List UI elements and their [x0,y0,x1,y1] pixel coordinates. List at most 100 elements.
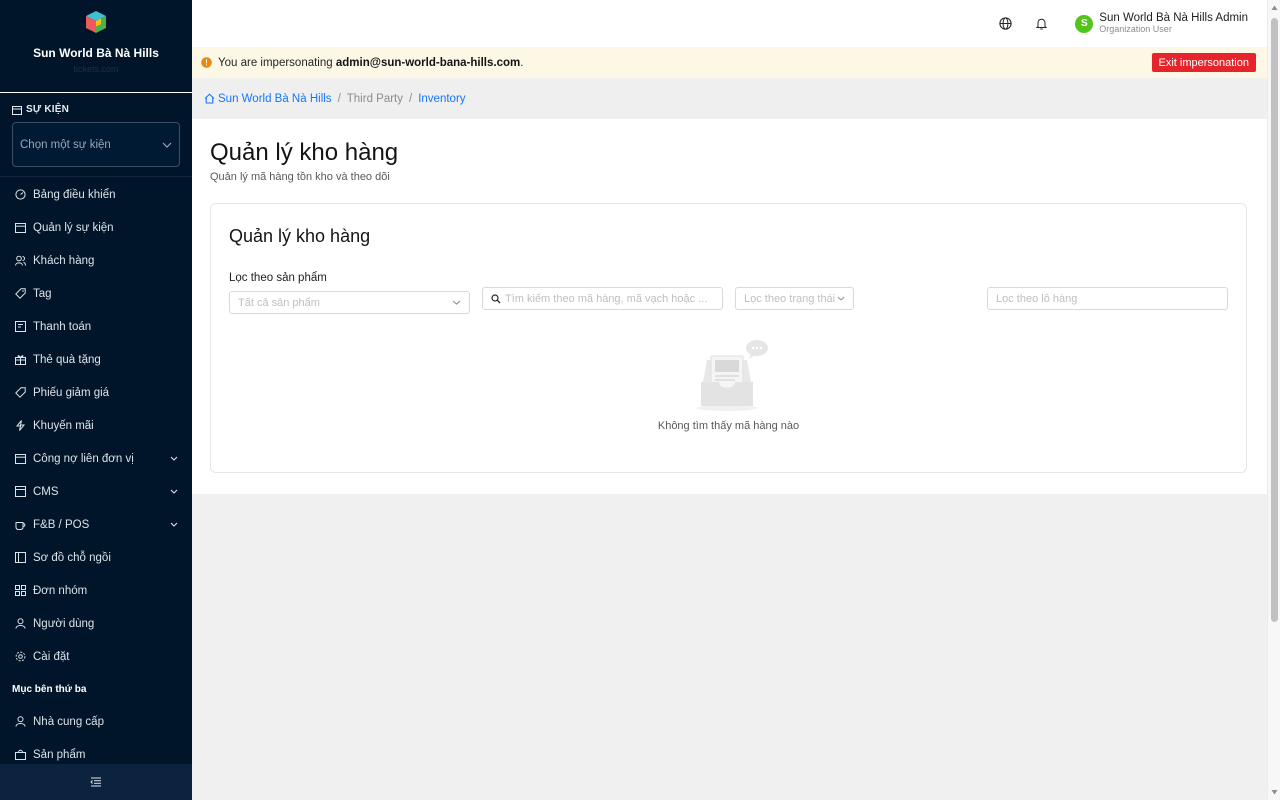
user-icon [14,618,26,630]
flash-icon [14,420,26,432]
sidebar-item-seating-chart[interactable]: Sơ đồ chỗ ngồi [0,541,192,574]
sidebar-menu: Bảng điều khiển Quản lý sự kiện Khách hà… [0,178,192,673]
status-filter-select[interactable]: Lọc theo trạng thái [735,287,854,310]
main-content: Quản lý kho hàng Quản lý mã hàng tồn kho… [192,119,1267,494]
event-section-label: SỰ KIỆN [26,104,70,115]
impersonation-suffix: . [520,56,524,69]
brand-block: Sun World Bà Nà Hills tickets.com [0,0,192,93]
gift-icon [14,354,26,366]
sidebar-item-promotions[interactable]: Khuyến mãi [0,409,192,442]
users-icon [14,255,26,267]
sidebar-item-tag[interactable]: Tag [0,277,192,310]
batch-filter-placeholder: Lọc theo lô hàng [996,292,1078,305]
chevron-down-icon [452,300,461,305]
user-name: Sun World Bà Nà Hills Admin [1099,12,1248,24]
language-button[interactable] [997,16,1013,32]
sidebar-item-label: Thanh toán [33,320,92,333]
batch-filter-input[interactable]: Lọc theo lô hàng [987,287,1228,310]
sidebar-item-label: Khuyến mãi [33,419,94,432]
sidebar-item-dashboard[interactable]: Bảng điều khiển [0,178,192,211]
card-title: Quản lý kho hàng [229,226,371,246]
page-title: Quản lý kho hàng [210,139,399,166]
third-party-section-title: Mục bên thứ ba [12,683,87,695]
warning-icon [201,57,212,68]
sidebar-item-label: Phiếu giảm giá [33,386,110,399]
sidebar-item-events[interactable]: Quản lý sự kiện [0,211,192,244]
impersonation-prefix: You are impersonating [218,56,336,69]
impersonation-banner: You are impersonating admin@sun-world-ba… [192,47,1267,78]
impersonation-message: You are impersonating admin@sun-world-ba… [218,57,1152,69]
impersonated-email: admin@sun-world-bana-hills.com [335,56,521,69]
user-icon [14,716,26,728]
user-role: Organization User [1099,24,1172,34]
sidebar-item-fnb-pos[interactable]: F&B / POS [0,508,192,541]
bell-icon [1035,18,1047,29]
brand-logo [86,11,106,33]
sidebar-item-users[interactable]: Người dùng [0,607,192,640]
event-select[interactable]: Chọn một sự kiện [12,122,180,167]
coupon-icon [14,387,26,399]
scroll-down-arrow-icon[interactable] [1271,789,1278,795]
brand-name: Sun World Bà Nà Hills [33,46,159,60]
cms-icon [14,486,26,498]
sidebar-item-group-orders[interactable]: Đơn nhóm [0,574,192,607]
third-party-menu: Nhà cung cấp Sản phẩm [0,705,192,771]
event-section: SỰ KIỆN Chọn một sự kiện [0,93,192,177]
empty-inbox-icon [696,340,768,411]
calendar-icon [12,105,22,115]
chevron-down-icon [170,522,178,527]
chevron-down-icon [170,456,178,461]
sidebar-item-label: Thẻ quà tặng [33,353,101,366]
calendar-icon [14,453,26,465]
chevron-down-icon [170,489,178,494]
notifications-button[interactable] [1033,16,1049,32]
sidebar-item-coupons[interactable]: Phiếu giảm giá [0,376,192,409]
sidebar-item-label: Công nợ liên đơn vị [33,452,134,465]
product-filter-select[interactable]: Tất cả sản phẩm [229,291,470,314]
status-filter-placeholder: Lọc theo trạng thái [744,292,836,305]
layout-icon [14,552,26,564]
coffee-icon [14,519,26,531]
product-filter-placeholder: Tất cả sản phẩm [238,296,320,309]
payment-icon [14,321,26,333]
sidebar-item-settings[interactable]: Cài đặt [0,640,192,673]
sidebar-item-suppliers[interactable]: Nhà cung cấp [0,705,192,738]
sidebar-item-cms[interactable]: CMS [0,475,192,508]
empty-state: Không tìm thấy mã hàng nào [229,338,1228,432]
sidebar-item-label: Cài đặt [33,650,70,663]
page-scrollbar[interactable] [1267,0,1280,800]
user-menu[interactable]: S Sun World Bà Nà Hills Admin Organizati… [1075,12,1248,35]
sidebar-item-label: F&B / POS [33,518,90,531]
dashboard-icon [14,189,26,201]
sidebar-item-label: CMS [33,485,59,498]
sidebar-item-label: Sơ đồ chỗ ngồi [33,551,111,564]
sidebar-item-label: Nhà cung cấp [33,715,104,728]
sidebar: Sun World Bà Nà Hills tickets.com SỰ KIỆ… [0,0,192,800]
sidebar-collapse-button[interactable] [0,764,192,800]
exit-impersonation-button[interactable]: Exit impersonation [1151,53,1256,72]
sidebar-item-payment[interactable]: Thanh toán [0,310,192,343]
gear-icon [14,651,26,663]
scroll-up-arrow-icon[interactable] [1271,5,1278,11]
sidebar-item-label: Bảng điều khiển [33,188,116,201]
breadcrumb: Sun World Bà Nà Hills / Third Party / In… [192,78,1267,119]
sidebar-item-label: Khách hàng [33,254,95,267]
page-subtitle: Quản lý mã hàng tồn kho và theo dõi [210,171,390,183]
search-icon [491,293,501,303]
search-input[interactable]: Tìm kiếm theo mã hàng, mã vạch hoặc ... [482,287,723,310]
breadcrumb-home-link[interactable]: Sun World Bà Nà Hills [218,93,332,105]
sidebar-item-gift-cards[interactable]: Thẻ quà tặng [0,343,192,376]
breadcrumb-current[interactable]: Inventory [418,93,465,105]
sidebar-item-inter-unit-debt[interactable]: Công nợ liên đơn vị [0,442,192,475]
empty-state-text: Không tìm thấy mã hàng nào [657,420,800,432]
event-section-title: SỰ KIỆN [12,104,180,115]
filters-row: Lọc theo sản phẩm Tất cả sản phẩm Tìm ki… [229,272,1228,322]
chevron-down-icon [162,142,172,148]
scrollbar-thumb[interactable] [1271,18,1278,622]
inventory-card: Quản lý kho hàng Lọc theo sản phẩm Tất c… [210,203,1247,473]
product-filter-label: Lọc theo sản phẩm [229,272,327,284]
calendar-icon [14,222,26,234]
sidebar-item-label: Sản phẩm [33,748,86,761]
sidebar-item-customers[interactable]: Khách hàng [0,244,192,277]
home-icon [204,93,215,104]
